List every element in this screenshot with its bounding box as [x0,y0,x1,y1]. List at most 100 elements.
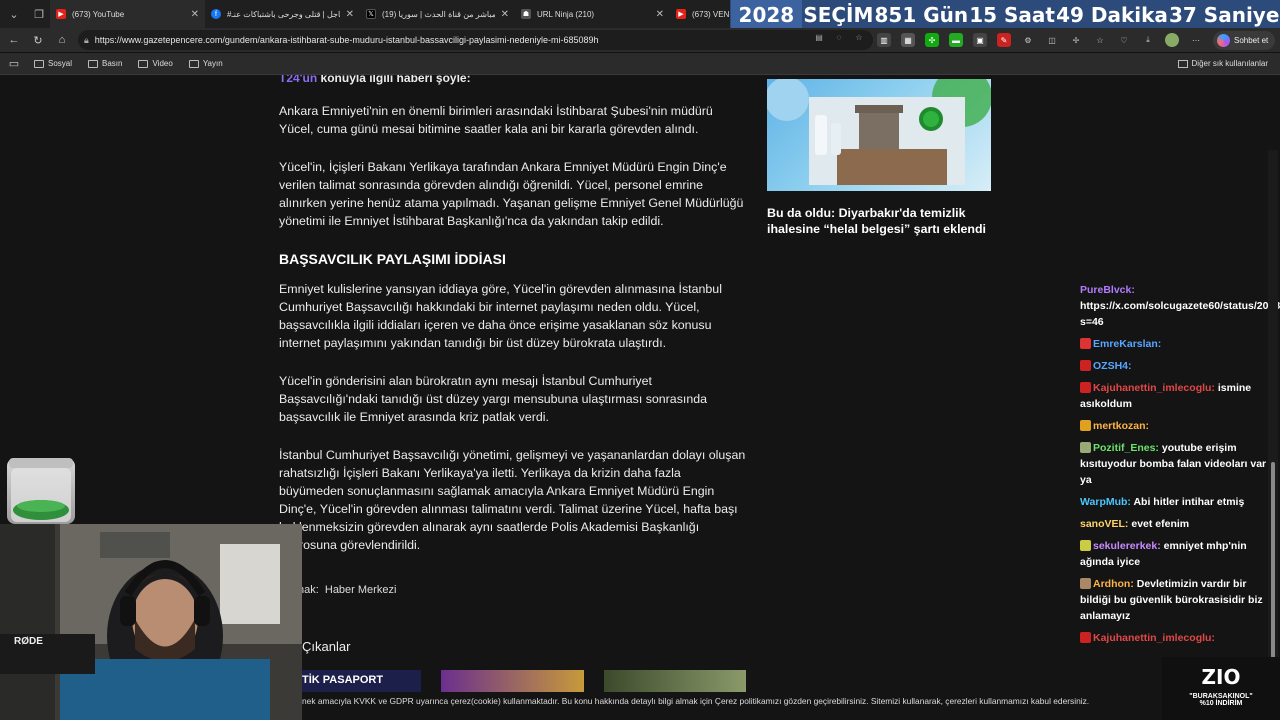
chat-username[interactable]: EmreKarslan: [1093,338,1161,350]
scrollbar-thumb[interactable] [1271,462,1275,658]
back-arrow-icon[interactable]: ← [4,30,24,50]
extensions-icon[interactable]: ✢ [1069,33,1083,47]
extension-icon[interactable]: ✎ [997,33,1011,47]
news-card-image[interactable] [767,79,991,191]
extension-icon[interactable]: ▣ [973,33,987,47]
folder-icon [1177,59,1188,68]
heart-icon[interactable]: ♡ [1117,33,1131,47]
reader-mode-icon[interactable]: ▤ [812,30,826,44]
decorative-jar-image [7,458,75,524]
source-value: Haber Merkezi [324,584,397,596]
bookmark-folder-yayin[interactable]: Yayın [188,59,223,68]
news-card-title[interactable]: Bu da oldu: Diyarbakır'da temizlik ihale… [767,205,991,237]
countdown-label: SEÇİM [803,2,874,27]
tab-facebook[interactable]: f #عاجل | قتلى وجرحى باشتباكات عنـ ✕ [205,0,360,28]
facebook-icon: f [211,9,221,19]
election-countdown-banner: 2028 SEÇİM 851 Gün 15 Saat 49 Dakika 37 … [730,0,1280,29]
extension-icon[interactable]: ✣ [925,33,939,47]
x-icon: 𝕏 [366,9,376,19]
chat-message: Ardhon: Devletimizin vardır bir bildiği … [1080,576,1270,624]
chat-message: sekulererkek: emniyet mhp'nin ağında iyi… [1080,538,1270,570]
tab-title: URL Ninja (210) [537,9,595,19]
cookie-notice: nek amacıyla KVKK ve GDPR uyarınca çerez… [302,696,1162,712]
close-icon[interactable]: ✕ [191,9,199,20]
sidebar-toggle-icon[interactable]: ▭ [4,54,24,74]
lead-link[interactable]: T24'ün [279,75,317,85]
chat-username[interactable]: PureBlvck: [1080,284,1135,296]
app-available-icon[interactable]: ◌ [832,30,846,44]
tab-actions-chevron-icon[interactable]: ⌄ [3,3,25,25]
page-scrollbar[interactable] [1268,150,1278,720]
close-icon[interactable]: ✕ [346,9,354,20]
sponsor-promo: ZIO "BURAKSAKINOL" %10 İNDİRİM [1162,657,1280,720]
chat-username[interactable]: Pozitif_Enes: [1093,442,1159,454]
related-thumbnail[interactable] [441,670,584,692]
chat-username[interactable]: Kajuhanettin_imlecoglu: [1093,382,1215,394]
close-icon[interactable]: ✕ [656,9,664,20]
related-thumbnail[interactable] [604,670,746,692]
workspaces-icon[interactable]: ❐ [28,3,50,25]
bookmark-folder-video[interactable]: Video [138,59,173,68]
star-icon[interactable]: ☆ [852,30,866,44]
extension-icon[interactable]: ▦ [901,33,915,47]
close-icon[interactable]: ✕ [501,9,509,20]
copilot-icon [1217,34,1230,47]
bookmark-label: Basın [102,59,123,68]
extensions-toolbar: ▥ ▦ ✣ ▬ ▣ ✎ ⚙ ◫ ✢ ☆ ♡ ⤓ ⋯ [877,33,1203,47]
paragraph: Yücel'in, İçişleri Bakanı Yerlikaya tara… [279,160,744,228]
tab-youtube[interactable]: ▶ (673) YouTube ✕ [50,0,205,28]
bookmark-folder-basin[interactable]: Basın [88,59,122,68]
chat-message: OZSH4: [1080,358,1270,374]
extension-icon[interactable]: ▬ [949,33,963,47]
countdown-hours: 15 Saat [969,2,1055,27]
chat-username[interactable]: WarpMub: [1080,496,1131,508]
chat-username[interactable]: sanoVEL: [1080,518,1128,530]
article-lead: T24'ün konuyla ilgili haberi şöyle: [279,75,471,87]
favorites-icon[interactable]: ☆ [1093,33,1107,47]
chat-message: Kajuhanettin_imlecoglu: [1080,630,1270,646]
other-favorites[interactable]: Diğer sık kullanılanlar [1177,59,1268,68]
chat-username[interactable]: OZSH4: [1093,360,1132,372]
chat-username[interactable]: Kajuhanettin_imlecoglu: [1093,632,1215,644]
chat-username[interactable]: mertkozan: [1093,420,1149,432]
chat-username[interactable]: Ardhon: [1093,578,1134,590]
tab-url-ninja[interactable]: ☗ URL Ninja (210) ✕ [515,0,670,28]
microphone-brand: RØDE [14,636,43,647]
refresh-icon[interactable]: ↻ [28,30,48,50]
folder-icon [88,59,99,68]
jar-illustration [9,458,73,522]
extension-icon[interactable]: ▥ [877,33,891,47]
related-section-title: Çıkanlar [302,639,351,654]
chat-text: https://x.com/solcugazete60/status/20085… [1080,300,1280,328]
home-icon[interactable]: ⌂ [52,30,72,50]
lock-icon[interactable]: 🔒︎ [84,35,89,46]
address-bar-tools: ▤ ◌ ☆ [812,30,866,44]
chat-message: sanoVEL: evet efenim [1080,516,1270,532]
related-thumbnail[interactable]: TİK PASAPORT [302,670,421,692]
address-bar[interactable]: 🔒︎ https://www.gazetepencere.com/gundem/… [78,30,873,50]
chat-message: WarpMub: Abi hitler intihar etmiş [1080,494,1270,510]
youtube-icon: ▶ [676,9,686,19]
copilot-chat-button[interactable]: Sohbet et [1213,31,1275,50]
bookmark-folder-sosyal[interactable]: Sosyal [34,59,72,68]
folder-icon [138,59,149,68]
promo-code: "BURAKSAKINOL" [1189,693,1253,700]
more-menu-icon[interactable]: ⋯ [1189,33,1203,47]
avatar[interactable] [1165,33,1179,47]
bookmark-label: Video [152,59,173,68]
chat-username[interactable]: sekulererkek: [1093,540,1161,552]
bookmark-label: Yayın [202,59,223,68]
promo-discount: %10 İNDİRİM [1199,700,1243,707]
sidebar-news-card[interactable]: Bu da oldu: Diyarbakır'da temizlik ihale… [767,79,991,237]
paragraph: Ankara Emniyeti'nin en önemli birimleri … [279,104,713,136]
cookie-text: nek amacıyla KVKK ve GDPR uyarınca çerez… [302,696,1090,706]
streamer-webcam: RØDE [0,524,302,720]
puzzle-icon[interactable]: ⚙ [1021,33,1035,47]
chat-message: Kajuhanettin_imlecoglu: isminе asıkoldum [1080,380,1270,412]
tab-x[interactable]: 𝕏 (19) مباشر من قناة الحدث | سوريا... ✕ [360,0,515,28]
tab-title: #عاجل | قتلى وجرحى باشتباكات عنـ [227,9,340,19]
tab-youtube-2[interactable]: ▶ (673) VENE [670,0,730,28]
split-screen-icon[interactable]: ◫ [1045,33,1059,47]
url-text: https://www.gazetepencere.com/gundem/ank… [94,35,599,45]
download-icon[interactable]: ⤓ [1141,33,1155,47]
